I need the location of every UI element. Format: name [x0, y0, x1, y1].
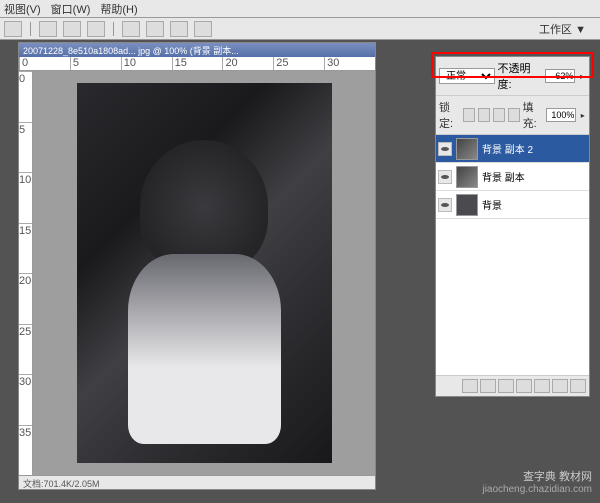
- visibility-icon[interactable]: [438, 198, 452, 212]
- option-button-3[interactable]: [87, 21, 105, 37]
- separator: [113, 22, 114, 36]
- ruler-tick: 15: [19, 223, 32, 274]
- watermark-main: 查字典 教材网: [482, 468, 592, 484]
- layer-item[interactable]: 背景 副本 2: [436, 135, 589, 163]
- adjustment-layer-icon[interactable]: [516, 379, 532, 393]
- link-layers-icon[interactable]: [462, 379, 478, 393]
- layer-name: 背景 副本: [482, 169, 525, 184]
- ruler-tick: 20: [19, 273, 32, 324]
- layer-style-icon[interactable]: [480, 379, 496, 393]
- option-button-2[interactable]: [63, 21, 81, 37]
- ruler-vertical: 0 5 10 15 20 25 30 35: [19, 71, 33, 475]
- ruler-tick: 25: [19, 324, 32, 375]
- canvas-area[interactable]: [33, 71, 375, 475]
- layer-name: 背景 副本 2: [482, 141, 533, 156]
- fill-arrow-icon[interactable]: ▸: [579, 111, 586, 119]
- separator: [30, 22, 31, 36]
- option-button-7[interactable]: [194, 21, 212, 37]
- ruler-tick: 30: [324, 57, 375, 70]
- layer-item[interactable]: 背景 副本: [436, 163, 589, 191]
- tool-icon[interactable]: [4, 21, 22, 37]
- lock-transparency-icon[interactable]: [463, 108, 475, 122]
- layer-mask-icon[interactable]: [498, 379, 514, 393]
- layer-name: 背景: [482, 197, 502, 212]
- layer-thumbnail[interactable]: [456, 138, 478, 160]
- visibility-icon[interactable]: [438, 170, 452, 184]
- layers-panel: 正常 不透明度: ▸ 锁定: 填充: ▸ 背景 副本 2 背景 副本 背景: [435, 56, 590, 397]
- layer-item[interactable]: 背景: [436, 191, 589, 219]
- new-layer-icon[interactable]: [552, 379, 568, 393]
- opacity-label: 不透明度:: [498, 60, 543, 92]
- option-button-6[interactable]: [170, 21, 188, 37]
- fill-input[interactable]: [546, 108, 576, 122]
- group-icon[interactable]: [534, 379, 550, 393]
- layer-thumbnail[interactable]: [456, 166, 478, 188]
- ruler-tick: 30: [19, 374, 32, 425]
- document-window: 20071228_8e510a1808ad... jpg @ 100% (背景 …: [18, 42, 376, 490]
- ruler-tick: 10: [121, 57, 172, 70]
- ruler-tick: 0: [19, 71, 32, 122]
- lock-image-icon[interactable]: [478, 108, 490, 122]
- ruler-tick: 0: [19, 57, 70, 70]
- option-button-4[interactable]: [122, 21, 140, 37]
- opacity-input[interactable]: [545, 69, 575, 83]
- layer-list: 背景 副本 2 背景 副本 背景: [436, 135, 589, 375]
- ruler-tick: 35: [19, 425, 32, 476]
- watermark: 查字典 教材网 jiaocheng.chazidian.com: [482, 468, 592, 495]
- status-bar: 文档:701.4K/2.05M: [19, 475, 375, 489]
- ruler-tick: 15: [172, 57, 223, 70]
- menu-window[interactable]: 窗口(W): [51, 1, 91, 17]
- ruler-horizontal: 0 5 10 15 20 25 30: [19, 57, 375, 71]
- option-button-1[interactable]: [39, 21, 57, 37]
- fill-label: 填充:: [523, 99, 544, 131]
- trash-icon[interactable]: [570, 379, 586, 393]
- ruler-tick: 10: [19, 172, 32, 223]
- option-button-5[interactable]: [146, 21, 164, 37]
- opacity-arrow-icon[interactable]: ▸: [578, 72, 586, 80]
- lock-label: 锁定:: [439, 99, 460, 131]
- ruler-tick: 25: [273, 57, 324, 70]
- layer-thumbnail[interactable]: [456, 194, 478, 216]
- visibility-icon[interactable]: [438, 142, 452, 156]
- photo-content: [77, 83, 332, 463]
- workarea-dropdown[interactable]: 工作区 ▼: [539, 21, 586, 37]
- lock-all-icon[interactable]: [508, 108, 520, 122]
- ruler-tick: 5: [70, 57, 121, 70]
- options-bar: 工作区 ▼: [0, 18, 600, 40]
- document-title: 20071228_8e510a1808ad... jpg @ 100% (背景 …: [19, 43, 375, 57]
- ruler-tick: 5: [19, 122, 32, 173]
- panel-footer: [436, 375, 589, 396]
- watermark-sub: jiaocheng.chazidian.com: [482, 484, 592, 495]
- ruler-tick: 20: [222, 57, 273, 70]
- menu-help[interactable]: 帮助(H): [100, 1, 137, 17]
- lock-position-icon[interactable]: [493, 108, 505, 122]
- menu-view[interactable]: 视图(V): [4, 1, 41, 17]
- menu-bar: 视图(V) 窗口(W) 帮助(H): [0, 0, 600, 18]
- blend-mode-select[interactable]: 正常: [439, 68, 495, 84]
